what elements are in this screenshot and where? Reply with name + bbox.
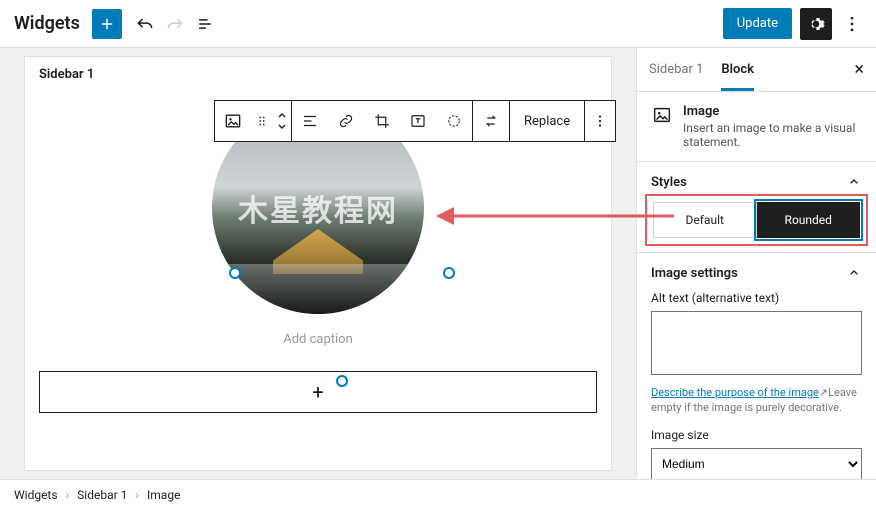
chevron-right-icon: › (66, 488, 70, 502)
duotone-button[interactable] (436, 101, 472, 141)
image-size-label: Image size (651, 428, 862, 442)
block-info-section: Image Insert an image to make a visual s… (637, 92, 876, 162)
update-button[interactable]: Update (723, 8, 792, 39)
settings-button[interactable] (800, 8, 832, 40)
block-toolbar: Replace (214, 100, 616, 142)
block-appender[interactable]: + (39, 371, 597, 413)
chevron-up-icon (846, 265, 862, 281)
more-options-button[interactable] (836, 8, 868, 40)
crumb-sidebar1[interactable]: Sidebar 1 (77, 488, 127, 502)
alt-text-label: Alt text (alternative text) (651, 291, 862, 305)
redo-button[interactable] (160, 9, 190, 39)
text-overlay-button[interactable] (400, 101, 436, 141)
block-type-button[interactable] (215, 101, 251, 141)
styles-heading[interactable]: Styles (651, 174, 862, 190)
style-rounded-button[interactable]: Rounded (757, 202, 861, 238)
add-block-button[interactable] (92, 9, 122, 39)
external-icon: ↗ (819, 386, 828, 399)
crumb-image[interactable]: Image (147, 488, 180, 502)
image-settings-heading[interactable]: Image settings (651, 265, 862, 281)
resize-handle-bottom[interactable] (336, 375, 348, 387)
breadcrumb: Widgets › Sidebar 1 › Image (0, 479, 876, 509)
gear-icon (806, 14, 826, 34)
plus-icon (98, 15, 116, 33)
alt-text-input[interactable] (651, 311, 862, 375)
list-view-icon (195, 14, 215, 34)
crumb-widgets[interactable]: Widgets (14, 488, 58, 502)
image-settings-section: Image settings Alt text (alternative tex… (637, 253, 876, 479)
inspector-tabs: Sidebar 1 Block × (637, 48, 876, 92)
resize-handle-left[interactable] (229, 267, 241, 279)
styles-section: Styles Default Rounded (637, 162, 876, 253)
transform-button[interactable] (473, 101, 509, 141)
replace-button[interactable]: Replace (510, 101, 584, 141)
crop-icon (373, 112, 391, 130)
alt-help-text: Describe the purpose of the image↗Leave … (651, 385, 862, 416)
redo-icon (165, 14, 185, 34)
image-icon (651, 104, 673, 126)
close-inspector-button[interactable]: × (854, 59, 864, 80)
tab-sidebar[interactable]: Sidebar 1 (649, 48, 703, 91)
undo-button[interactable] (130, 9, 160, 39)
styles-annotation-box: Default Rounded (645, 194, 868, 246)
watermark-text: 木星教程网 (238, 186, 398, 230)
image-icon (223, 111, 243, 131)
resize-handle-right[interactable] (443, 267, 455, 279)
block-description: Insert an image to make a visual stateme… (683, 121, 862, 149)
drag-handle[interactable] (251, 101, 273, 141)
alt-help-link[interactable]: Describe the purpose of the image (651, 386, 819, 399)
text-over-image-icon (409, 112, 427, 130)
crop-button[interactable] (364, 101, 400, 141)
more-vertical-icon (842, 14, 862, 34)
widget-area-title: Sidebar 1 (39, 67, 597, 82)
list-view-button[interactable] (190, 9, 220, 39)
more-vertical-icon (591, 112, 609, 130)
image-size-select[interactable]: Medium (651, 448, 862, 479)
chevron-up-icon (846, 174, 862, 190)
align-icon (301, 112, 319, 130)
circle-dashed-icon (445, 112, 463, 130)
block-more-button[interactable] (585, 101, 615, 141)
swap-icon (482, 112, 500, 130)
editor-canvas: Sidebar 1 木星教程网 Add caption + (0, 48, 636, 479)
chevrons-icon (277, 110, 287, 132)
move-up-down[interactable] (273, 101, 291, 141)
block-title: Image (683, 104, 862, 119)
tab-block[interactable]: Block (721, 48, 754, 91)
style-default-button[interactable]: Default (653, 202, 757, 238)
top-bar: Widgets Update (0, 0, 876, 48)
drag-icon (255, 114, 269, 128)
link-button[interactable] (328, 101, 364, 141)
plus-icon: + (312, 380, 323, 404)
undo-icon (135, 14, 155, 34)
chevron-right-icon: › (135, 488, 139, 502)
caption-input[interactable]: Add caption (283, 332, 353, 347)
inspector-sidebar: Sidebar 1 Block × Image Insert an image … (636, 48, 876, 479)
page-title: Widgets (14, 13, 80, 34)
link-icon (337, 112, 355, 130)
align-button[interactable] (292, 101, 328, 141)
